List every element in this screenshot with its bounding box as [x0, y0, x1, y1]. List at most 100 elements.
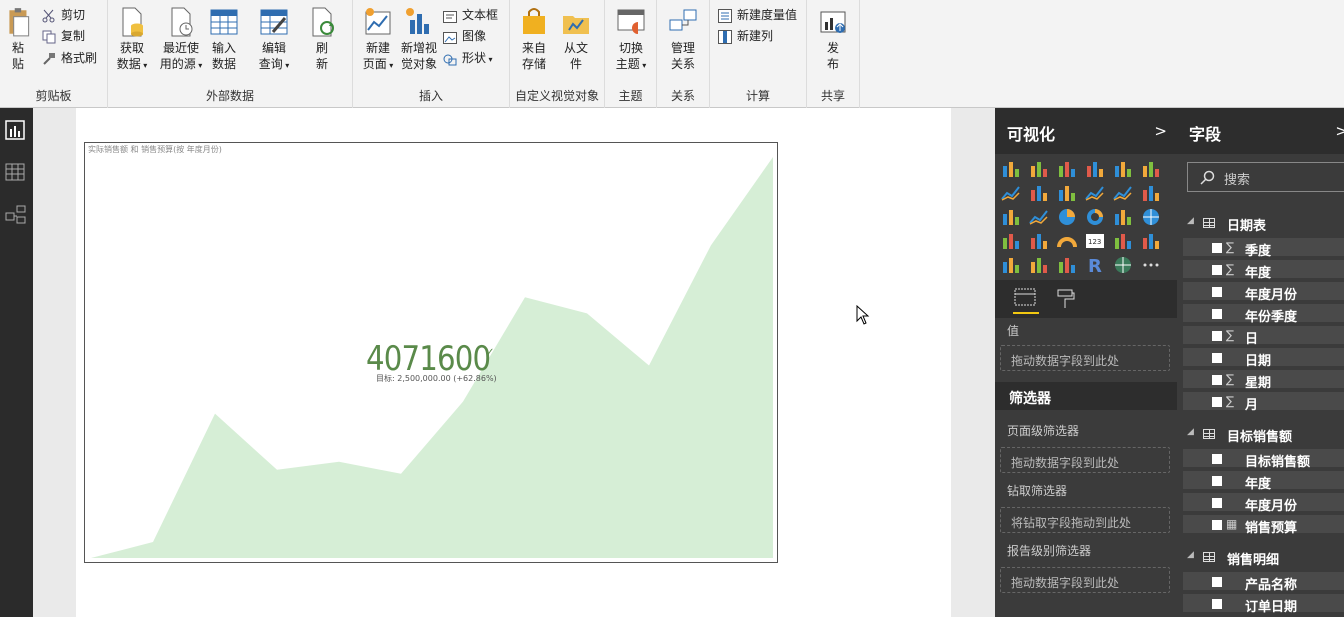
kpi-icon[interactable]: [1141, 232, 1163, 252]
report-view-icon[interactable]: [3, 118, 29, 144]
field-checkbox[interactable]: [1212, 309, 1222, 319]
recent-sources-button[interactable]: 最近使 用的源 ▾: [158, 6, 204, 74]
fields-search-input[interactable]: 搜索: [1187, 162, 1344, 192]
field-checkbox[interactable]: [1212, 375, 1222, 385]
get-data-button[interactable]: 获取 数据 ▾: [114, 6, 150, 74]
image-button[interactable]: 图像: [443, 26, 486, 46]
table-1-header[interactable]: ◢ 目标销售额: [1177, 423, 1344, 445]
field-row[interactable]: 产品名称: [1183, 572, 1344, 593]
treemap-icon[interactable]: [1113, 208, 1135, 228]
waterfall-icon[interactable]: [1001, 208, 1023, 228]
stacked-bar-icon[interactable]: [1001, 160, 1023, 180]
data-view-icon[interactable]: [3, 160, 29, 186]
expand-caret-icon[interactable]: ◢: [1187, 427, 1194, 437]
page-filters-drop-zone[interactable]: 拖动数据字段到此处: [1000, 447, 1170, 473]
format-paintroller-icon[interactable]: [1055, 288, 1077, 310]
new-visual-label-1: 新增视: [400, 41, 437, 55]
field-checkbox[interactable]: [1212, 454, 1222, 464]
field-checkbox[interactable]: [1212, 520, 1222, 530]
line-clustered-column-icon[interactable]: [1113, 184, 1135, 204]
field-checkbox[interactable]: [1212, 397, 1222, 407]
field-checkbox[interactable]: [1212, 476, 1222, 486]
field-checkbox[interactable]: [1212, 331, 1222, 341]
stacked-column-icon[interactable]: [1029, 160, 1051, 180]
scatter-icon[interactable]: [1029, 208, 1051, 228]
donut-icon[interactable]: [1085, 208, 1107, 228]
table-icon[interactable]: [1029, 256, 1051, 276]
table-0-header[interactable]: ◢ 日期表: [1177, 212, 1344, 234]
table-2-header[interactable]: ◢ 销售明细: [1177, 546, 1344, 568]
more-visuals-icon[interactable]: [1141, 256, 1163, 276]
100-column-icon[interactable]: [1141, 160, 1163, 180]
field-row[interactable]: 订单日期: [1183, 594, 1344, 615]
gauge-icon[interactable]: [1057, 232, 1079, 252]
field-row[interactable]: ∑ 季度: [1183, 238, 1344, 259]
field-checkbox[interactable]: [1212, 353, 1222, 363]
collapse-chevron-icon[interactable]: >: [1335, 122, 1344, 140]
field-row[interactable]: ∑ 星期: [1183, 370, 1344, 391]
manage-relationships-button[interactable]: 管理 关系: [665, 6, 701, 72]
field-checkbox[interactable]: [1212, 599, 1222, 609]
pie-chart-icon[interactable]: [1057, 208, 1079, 228]
field-checkbox[interactable]: [1212, 243, 1222, 253]
multirow-card-icon[interactable]: [1113, 232, 1135, 252]
cut-button[interactable]: 剪切: [42, 5, 85, 25]
enter-data-button[interactable]: 输入 数据: [208, 6, 240, 72]
new-column-button[interactable]: 新建列: [718, 26, 773, 46]
from-store-button[interactable]: 来自 存储: [518, 6, 550, 72]
expand-caret-icon[interactable]: ◢: [1187, 216, 1194, 226]
card-icon[interactable]: 123: [1085, 232, 1107, 252]
field-checkbox[interactable]: [1212, 577, 1222, 587]
new-visual-button[interactable]: 新增视 觉对象: [399, 6, 439, 72]
shapes-button[interactable]: 形状 ▾: [443, 48, 493, 68]
clustered-bar-icon[interactable]: [1057, 160, 1079, 180]
fields-tab-icon[interactable]: [1013, 286, 1039, 314]
field-row[interactable]: ∑ 年度: [1183, 260, 1344, 281]
field-row[interactable]: 年份季度: [1183, 304, 1344, 325]
filled-map-icon[interactable]: [1001, 232, 1023, 252]
publish-button[interactable]: 发 布: [815, 6, 851, 72]
textbox-button[interactable]: 文本框: [443, 5, 498, 25]
field-row[interactable]: ∑ 月: [1183, 392, 1344, 413]
kpi-visual[interactable]: 实际销售额 和 销售预算(按 年度月份) 4071600 ✓ 目标: 2,500…: [84, 142, 778, 563]
new-page-button[interactable]: 新建 页面 ▾: [359, 6, 397, 74]
paste-button[interactable]: 粘 贴: [4, 6, 32, 72]
new-measure-button[interactable]: 新建度量值: [718, 5, 797, 25]
relationship-view-icon[interactable]: [3, 202, 29, 228]
line-column-icon[interactable]: [1085, 184, 1107, 204]
stacked-area-icon[interactable]: [1057, 184, 1079, 204]
line-chart-icon[interactable]: [1001, 184, 1023, 204]
from-file-button[interactable]: 从文 件: [560, 6, 592, 72]
field-checkbox[interactable]: [1212, 287, 1222, 297]
ribbon-chart-icon[interactable]: [1141, 184, 1163, 204]
area-chart-icon[interactable]: [1029, 184, 1051, 204]
report-filters-drop-zone[interactable]: 拖动数据字段到此处: [1000, 567, 1170, 593]
matrix-icon[interactable]: [1057, 256, 1079, 276]
field-row[interactable]: 目标销售额: [1183, 449, 1344, 470]
field-checkbox[interactable]: [1212, 265, 1222, 275]
100-bar-icon[interactable]: [1113, 160, 1135, 180]
r-visual-icon[interactable]: R: [1085, 256, 1107, 277]
slicer-icon[interactable]: [1001, 256, 1023, 276]
globe-icon[interactable]: [1113, 256, 1135, 276]
field-row[interactable]: 日期: [1183, 348, 1344, 369]
edit-queries-button[interactable]: 编辑 查询 ▾: [254, 6, 294, 74]
values-drop-zone[interactable]: 拖动数据字段到此处: [1000, 345, 1170, 371]
field-row[interactable]: 年度: [1183, 471, 1344, 492]
field-row[interactable]: ∑ 日: [1183, 326, 1344, 347]
field-checkbox[interactable]: [1212, 498, 1222, 508]
copy-button[interactable]: 复制: [42, 26, 85, 46]
field-row[interactable]: 年度月份: [1183, 282, 1344, 303]
funnel-icon[interactable]: [1029, 232, 1051, 252]
clustered-column-icon[interactable]: [1085, 160, 1107, 180]
expand-caret-icon[interactable]: ◢: [1187, 550, 1194, 560]
format-painter-button[interactable]: 格式刷: [42, 48, 97, 68]
map-icon[interactable]: [1141, 208, 1163, 228]
drillthrough-drop-zone[interactable]: 将钻取字段拖动到此处: [1000, 507, 1170, 533]
switch-theme-button[interactable]: 切换 主题 ▾: [611, 6, 651, 74]
field-row[interactable]: ▦ 销售预算: [1183, 515, 1344, 536]
field-row[interactable]: 年度月份: [1183, 493, 1344, 514]
refresh-button[interactable]: 刷 新: [306, 6, 338, 72]
collapse-chevron-icon[interactable]: >: [1154, 122, 1167, 140]
shapes-label: 形状: [462, 51, 487, 65]
